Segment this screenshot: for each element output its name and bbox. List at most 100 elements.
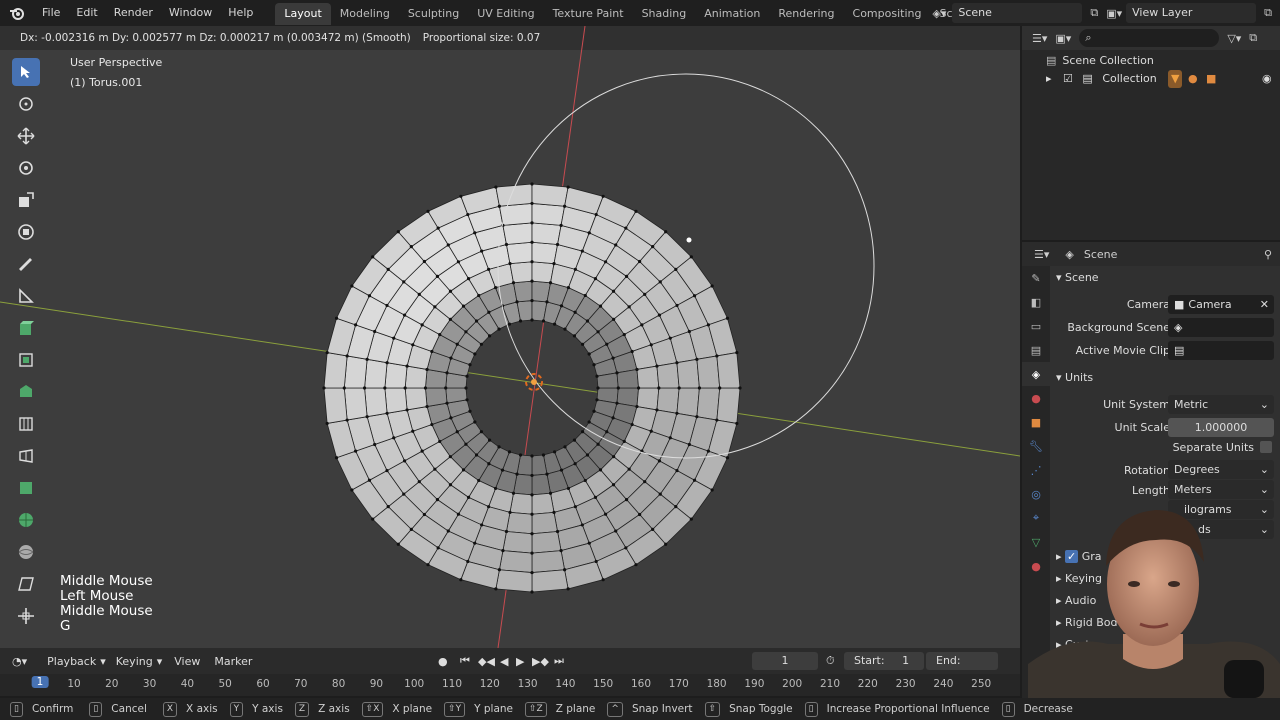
camera-field[interactable]: ■ Camera ✕ bbox=[1168, 295, 1274, 314]
checkbox-icon[interactable]: ☑ bbox=[1063, 72, 1073, 85]
clear-icon[interactable]: ✕ bbox=[1260, 295, 1269, 314]
select-box-icon[interactable] bbox=[12, 58, 40, 86]
measure-icon[interactable] bbox=[12, 282, 40, 310]
mesh-vertex bbox=[487, 505, 491, 509]
3d-viewport[interactable]: Dx: -0.002316 m Dy: 0.002577 m Dz: 0.000… bbox=[0, 26, 1020, 648]
unit-scale-field[interactable]: 1.000000 bbox=[1168, 418, 1274, 437]
play-reverse-icon[interactable]: ◀ bbox=[500, 655, 508, 668]
display-mode-icon[interactable]: ▣▾ bbox=[1055, 32, 1071, 45]
current-frame-field[interactable]: 1 bbox=[752, 652, 818, 670]
scale-icon[interactable] bbox=[12, 186, 40, 214]
timeline-editor-icon[interactable]: ◔▾ bbox=[12, 655, 27, 668]
mesh-vertex bbox=[559, 304, 564, 308]
end-frame-field[interactable]: End: 250 bbox=[926, 652, 998, 685]
modifier-tab-icon[interactable]: 🔧︎ bbox=[1022, 434, 1050, 458]
mesh-vertex bbox=[612, 317, 616, 321]
scene-tab-icon[interactable]: ◈ bbox=[1022, 362, 1050, 386]
tab-sculpting[interactable]: Sculpting bbox=[399, 3, 468, 25]
outliner-scene-collection[interactable]: ▤ Scene Collection bbox=[1046, 52, 1154, 70]
timeline-menu-view[interactable]: View bbox=[174, 655, 200, 668]
render-tab-icon[interactable]: ◧ bbox=[1022, 290, 1050, 314]
rotation-dropdown[interactable]: Degrees ⌄ bbox=[1168, 460, 1274, 479]
rip-icon[interactable] bbox=[12, 602, 40, 630]
prev-key-icon[interactable]: ◆◀ bbox=[478, 655, 495, 668]
scene-selector[interactable]: Scene bbox=[952, 3, 1083, 23]
outliner-search-input[interactable]: ⌕ bbox=[1079, 29, 1220, 47]
units-panel-header[interactable]: ▾ Units bbox=[1056, 371, 1093, 384]
unit-system-dropdown[interactable]: Metric ⌄ bbox=[1168, 395, 1274, 414]
poly-build-icon[interactable] bbox=[12, 506, 40, 534]
output-tab-icon[interactable]: ▭ bbox=[1022, 314, 1050, 338]
tab-animation[interactable]: Animation bbox=[695, 3, 769, 25]
add-cube-icon[interactable] bbox=[12, 314, 40, 342]
object-filter-icon[interactable]: ▼ bbox=[1168, 70, 1183, 88]
jump-end-icon[interactable]: ⏭ bbox=[554, 654, 564, 668]
outliner-editor-icon[interactable]: ☰▾ bbox=[1032, 32, 1047, 45]
bg-scene-field[interactable]: ◈ bbox=[1168, 318, 1274, 337]
tab-rendering[interactable]: Rendering bbox=[769, 3, 843, 25]
tab-modeling[interactable]: Modeling bbox=[331, 3, 399, 25]
annotate-icon[interactable] bbox=[12, 250, 40, 278]
mesh-vertex bbox=[392, 336, 396, 340]
timeline-ruler[interactable]: 1 10 20 30 40 50 60 70 80 90 100 110 120 130 140 150 160… bbox=[0, 674, 1020, 696]
shear-icon[interactable] bbox=[12, 570, 40, 598]
menu-file[interactable]: File bbox=[34, 0, 68, 26]
stopwatch-icon[interactable]: ⏱ bbox=[826, 654, 835, 668]
mesh-vertex bbox=[436, 226, 440, 230]
next-key-icon[interactable]: ▶◆ bbox=[532, 655, 549, 668]
outliner-collection[interactable]: ▸ ☑ ▤ Collection ▼ ● ■ ◉ bbox=[1046, 70, 1276, 88]
rotate-icon[interactable] bbox=[12, 154, 40, 182]
view-layer-tab-icon[interactable]: ▤ bbox=[1022, 338, 1050, 362]
world-tab-icon[interactable]: ● bbox=[1022, 386, 1050, 410]
separate-units-checkbox[interactable] bbox=[1260, 441, 1272, 453]
movie-clip-field[interactable]: ▤ bbox=[1168, 341, 1274, 360]
tab-uv-editing[interactable]: UV Editing bbox=[468, 3, 543, 25]
view-layer-icon[interactable]: ▣▾ bbox=[1106, 7, 1122, 20]
tab-texture-paint[interactable]: Texture Paint bbox=[544, 3, 633, 25]
pin-icon[interactable]: ⚲ bbox=[1264, 248, 1272, 261]
tab-layout[interactable]: Layout bbox=[275, 3, 331, 25]
timeline-menu-marker[interactable]: Marker bbox=[214, 655, 252, 668]
extrude-icon[interactable] bbox=[12, 346, 40, 374]
light-icon[interactable]: ● bbox=[1188, 70, 1198, 88]
tool-tab-icon[interactable]: ✎ bbox=[1022, 266, 1050, 290]
mesh-vertex bbox=[624, 546, 628, 550]
properties-editor-icon[interactable]: ☰▾ bbox=[1034, 248, 1049, 261]
timeline-menu-playback[interactable]: Playback bbox=[47, 655, 96, 668]
mesh-vertex bbox=[636, 386, 641, 390]
blender-logo-icon[interactable] bbox=[0, 0, 34, 26]
mesh-vertex bbox=[603, 512, 608, 516]
scene-copy-icon[interactable]: ⧉ bbox=[1090, 6, 1098, 20]
menu-window[interactable]: Window bbox=[161, 0, 220, 26]
camera-obj-icon[interactable]: ■ bbox=[1206, 70, 1216, 88]
inset-icon[interactable] bbox=[12, 378, 40, 406]
particles-tab-icon[interactable]: ⋰ bbox=[1022, 458, 1050, 482]
tab-shading[interactable]: Shading bbox=[633, 3, 696, 25]
jump-start-icon[interactable]: ⏮ bbox=[460, 654, 470, 668]
timeline-menu-keying[interactable]: Keying bbox=[116, 655, 153, 668]
knife-icon[interactable] bbox=[12, 474, 40, 502]
mesh-canvas[interactable] bbox=[0, 26, 1020, 648]
menu-edit[interactable]: Edit bbox=[68, 0, 105, 26]
object-tab-icon[interactable]: ■ bbox=[1022, 410, 1050, 434]
expand-arrow-icon[interactable]: ▸ bbox=[1046, 72, 1052, 85]
move-icon[interactable] bbox=[12, 122, 40, 150]
transform-icon[interactable] bbox=[12, 218, 40, 246]
menu-render[interactable]: Render bbox=[106, 0, 161, 26]
loop-cut-icon[interactable] bbox=[12, 442, 40, 470]
view-layer-selector[interactable]: View Layer bbox=[1126, 3, 1257, 23]
scene-panel-header[interactable]: ▾ Scene bbox=[1056, 271, 1099, 284]
filter-icon[interactable]: ▽▾ bbox=[1227, 32, 1241, 45]
bevel-icon[interactable] bbox=[12, 410, 40, 438]
view-layer-copy-icon[interactable]: ⧉ bbox=[1264, 6, 1272, 20]
new-collection-icon[interactable]: ⧉ bbox=[1249, 31, 1257, 45]
tab-compositing[interactable]: Compositing bbox=[844, 3, 931, 25]
play-icon[interactable]: ▶ bbox=[516, 655, 524, 668]
visibility-eye-icon[interactable]: ◉ bbox=[1262, 70, 1272, 88]
menu-help[interactable]: Help bbox=[220, 0, 261, 26]
spin-icon[interactable] bbox=[12, 538, 40, 566]
scene-icon[interactable]: ◈▾ bbox=[932, 7, 946, 20]
record-icon[interactable]: ● bbox=[438, 655, 448, 668]
cursor-icon[interactable] bbox=[12, 90, 40, 118]
start-frame-field[interactable]: Start: 1 bbox=[844, 652, 924, 670]
